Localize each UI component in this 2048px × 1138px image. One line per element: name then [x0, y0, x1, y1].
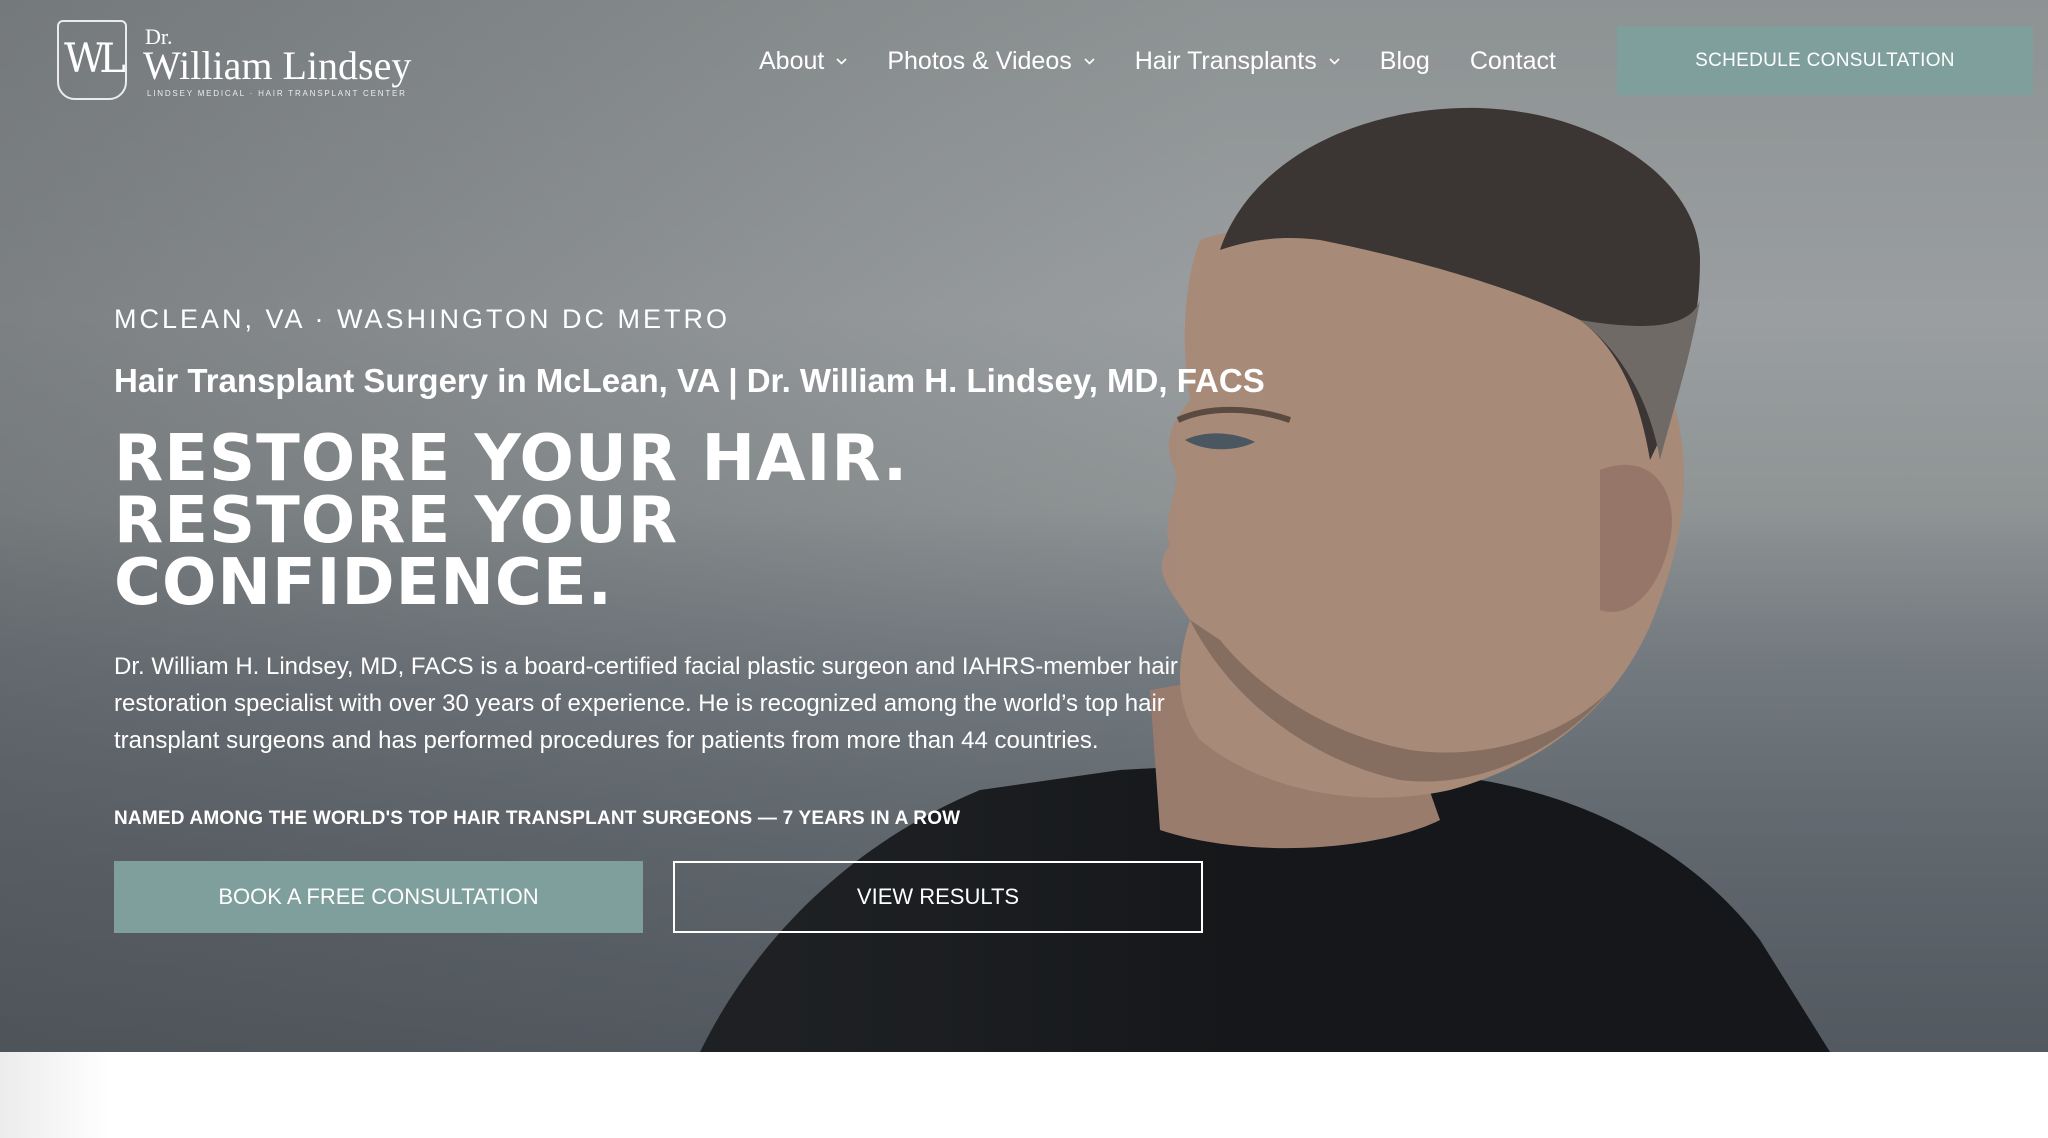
nav-item-label: Photos & Videos: [887, 46, 1072, 75]
nav-item-label: About: [759, 46, 825, 75]
chevron-down-icon: [1084, 56, 1095, 67]
logo-tagline: LINDSEY MEDICAL · HAIR TRANSPLANT CENTER: [147, 89, 407, 98]
view-results-button[interactable]: VIEW RESULTS: [673, 861, 1203, 933]
hero-headline: RESTORE YOUR HAIR. RESTORE YOUR CONFIDEN…: [114, 422, 1014, 620]
site-logo[interactable]: WL Dr. William Lindsey LINDSEY MEDICAL ·…: [57, 18, 411, 104]
schedule-consultation-button[interactable]: SCHEDULE CONSULTATION: [1617, 26, 2033, 95]
book-consultation-button[interactable]: BOOK A FREE CONSULTATION: [114, 861, 643, 933]
nav-item-blog[interactable]: Blog: [1380, 47, 1430, 76]
nav-item-label: Hair Transplants: [1134, 46, 1317, 75]
nav-item-photos-videos[interactable]: Photos & Videos: [887, 46, 1095, 76]
headline-line: CONFIDENCE.: [114, 546, 613, 620]
nav-item-about[interactable]: About: [759, 47, 847, 76]
hero-section: WL Dr. William Lindsey LINDSEY MEDICAL ·…: [0, 0, 2048, 1052]
hero-description: Dr. William H. Lindsey, MD, FACS is a bo…: [114, 653, 1178, 754]
chevron-down-icon: [836, 56, 847, 67]
nav-item-hair-transplants[interactable]: Hair Transplants: [1135, 47, 1340, 76]
logo-monogram: WL: [57, 20, 127, 100]
main-navigation: About Photos & Videos Hair Transplants B…: [759, 40, 1596, 82]
chevron-down-icon: [1329, 56, 1340, 67]
headline-line: RESTORE YOUR HAIR.: [114, 422, 909, 496]
hero-subheading: Hair Transplant Surgery in McLean, VA | …: [114, 362, 1265, 399]
logo-name: William Lindsey: [143, 43, 412, 88]
nav-item-label: Blog: [1379, 46, 1430, 75]
headline-line: RESTORE YOUR: [114, 484, 679, 558]
hero-eyebrow: MCLEAN, VA · WASHINGTON DC METRO: [114, 304, 731, 334]
nav-item-contact[interactable]: Contact: [1470, 47, 1556, 76]
nav-item-label: Contact: [1469, 46, 1556, 75]
award-banner: NAMED AMONG THE WORLD'S TOP HAIR TRANSPL…: [114, 808, 961, 829]
next-section: [0, 1052, 2048, 1138]
section-edge: [0, 1052, 110, 1138]
